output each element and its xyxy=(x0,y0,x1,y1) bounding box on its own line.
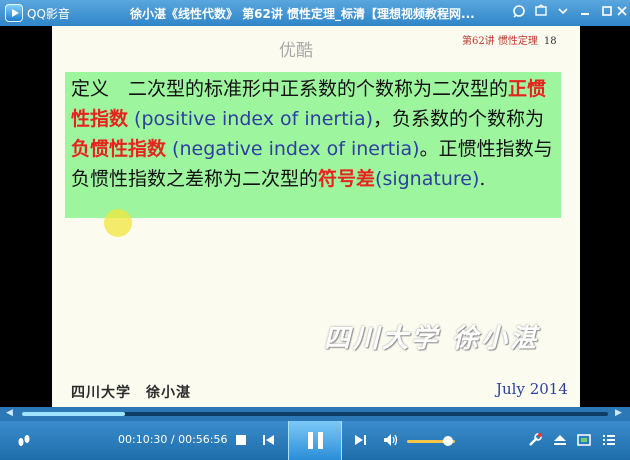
page-number: 18 xyxy=(543,36,557,47)
seek-back-icon[interactable]: ◀ xyxy=(6,408,13,418)
pointer-highlight xyxy=(104,209,132,237)
close-icon[interactable] xyxy=(613,4,630,22)
slide-footer-author: 四川大学 徐小湛 xyxy=(71,385,191,401)
next-button[interactable] xyxy=(352,432,368,448)
term-positive-index-en: (positive index of inertia) xyxy=(128,108,374,130)
title-bar: QQ影音 徐小湛《线性代数》 第62讲 惯性定理_标清【理想视频教程网... xyxy=(0,0,630,26)
app-name: QQ影音 xyxy=(27,7,70,21)
sichuan-watermark: 四川大学 徐小湛 xyxy=(324,324,540,354)
term-signature: 符号差 xyxy=(318,168,376,190)
slide-footer-date: July 2014 xyxy=(496,380,568,398)
qq-player-logo-icon[interactable] xyxy=(5,4,23,22)
mini-mode-icon[interactable] xyxy=(510,4,528,22)
window-title: 徐小湛《线性代数》 第62讲 惯性定理_标清【理想视频教程网... xyxy=(130,7,475,21)
term-negative-index: 负惯性指数 xyxy=(71,138,167,160)
time-display: 00:10:30 / 00:56:56 xyxy=(118,433,228,446)
pause-icon xyxy=(308,432,313,449)
progress-row: ◀ ▶ xyxy=(0,407,630,421)
stop-button[interactable] xyxy=(233,432,249,448)
lecture-tag: 第62讲 惯性定理 18 xyxy=(462,32,557,47)
control-bar: 00:10:30 / 00:56:56 xyxy=(0,421,630,460)
term-negative-index-en: (negative index of inertia) xyxy=(166,138,420,160)
lecture-slide: 优酷 第62讲 惯性定理 18 定义 二次型的标准形中正系数的个数称为二次型的正惯… xyxy=(52,26,580,409)
definition-box: 定义 二次型的标准形中正系数的个数称为二次型的正惯性指数 (positive i… xyxy=(65,72,561,218)
previous-button[interactable] xyxy=(261,432,277,448)
pause-button[interactable] xyxy=(288,421,342,460)
seek-bar-played xyxy=(22,412,126,416)
seek-forward-icon[interactable]: ▶ xyxy=(615,408,622,418)
volume-icon[interactable] xyxy=(382,432,398,448)
definition-text-4: . xyxy=(479,168,486,190)
volume-slider-knob[interactable] xyxy=(442,436,453,446)
playlist-icon[interactable] xyxy=(601,432,617,448)
lecture-title: 第62讲 惯性定理 xyxy=(462,36,538,47)
screenshot-icon[interactable] xyxy=(576,432,592,448)
definition-text-1: 定义 二次型的标准形中正系数的个数称为二次型的 xyxy=(71,78,509,100)
definition-text-2: ，负系数的个数称为 xyxy=(373,108,545,130)
minimize-icon[interactable] xyxy=(576,4,594,22)
youku-watermark: 优酷 xyxy=(279,41,313,61)
term-signature-en: (signature) xyxy=(375,168,480,190)
menu-icon[interactable] xyxy=(554,4,572,22)
footprint-icon[interactable] xyxy=(16,432,32,448)
video-area[interactable]: 优酷 第62讲 惯性定理 18 定义 二次型的标准形中正系数的个数称为二次型的正惯… xyxy=(0,26,630,411)
tools-icon[interactable] xyxy=(527,432,543,448)
eject-icon[interactable] xyxy=(552,432,568,448)
seek-bar[interactable] xyxy=(22,412,608,416)
skin-icon[interactable] xyxy=(532,4,550,22)
